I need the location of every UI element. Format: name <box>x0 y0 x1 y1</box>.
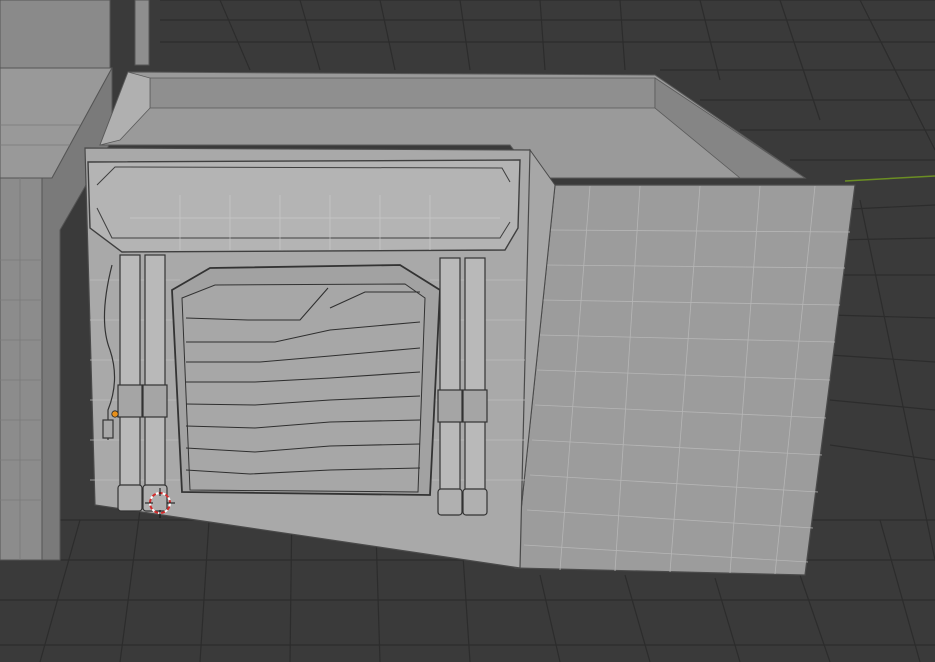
garage-door[interactable] <box>171 264 441 496</box>
object-origin-dot[interactable] <box>111 410 119 418</box>
entrance-header-beam[interactable] <box>87 159 521 253</box>
3d-viewport[interactable] <box>0 0 935 662</box>
